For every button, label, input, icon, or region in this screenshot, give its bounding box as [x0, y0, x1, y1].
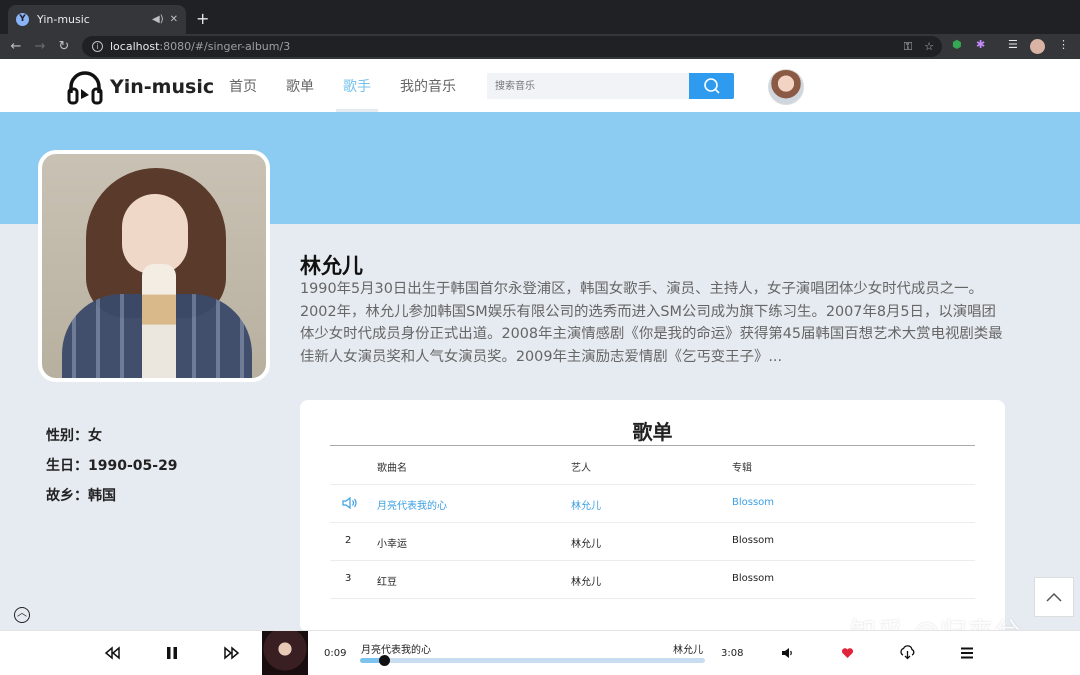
extension-shield-icon[interactable]: ⬢ — [952, 38, 962, 51]
browser-tab-bar: Y Yin-music ◀) ✕ + — [0, 0, 1080, 34]
search-input[interactable] — [487, 73, 690, 99]
song-artist: 林允儿 — [571, 577, 601, 588]
singer-name: 林允儿 — [300, 254, 363, 278]
song-album: Blossom — [732, 497, 775, 508]
songlist-divider — [330, 445, 975, 446]
progress-handle[interactable] — [379, 655, 391, 666]
singer-birthday: 生日：1990-05-29 — [46, 458, 178, 474]
volume-icon[interactable] — [781, 647, 794, 659]
back-to-top-button[interactable] — [1034, 577, 1074, 617]
next-track-icon[interactable] — [224, 646, 240, 660]
row-divider — [330, 560, 975, 561]
album-cover-thumbnail[interactable] — [262, 631, 308, 675]
column-header-song: 歌曲名 — [377, 463, 407, 474]
row-divider — [330, 484, 975, 485]
column-header-album: 专辑 — [732, 463, 752, 474]
media-control-icon[interactable]: ☰ — [1008, 38, 1018, 51]
singer-intro: 1990年5月30日出生于韩国首尔永登浦区，韩国女歌手、演员、主持人，女子演唱团… — [300, 281, 1003, 365]
new-tab-button[interactable]: + — [196, 9, 209, 28]
download-cloud-icon[interactable] — [899, 645, 916, 660]
speaker-playing-icon — [342, 496, 357, 510]
total-time: 3:08 — [721, 648, 744, 659]
song-index: 2 — [345, 535, 352, 546]
song-album: Blossom — [732, 573, 775, 584]
now-playing-artist: 林允儿 — [673, 645, 703, 656]
tab-title: Yin-music — [37, 13, 90, 26]
address-bar[interactable]: i localhost :8080/#/singer-album/3 ⚿ ☆ — [82, 36, 942, 57]
search-icon — [703, 78, 720, 94]
singer-photo — [38, 150, 270, 382]
back-arrow-icon[interactable]: ← — [4, 39, 28, 54]
song-artist: 林允儿 — [571, 539, 601, 550]
progress-bar[interactable] — [360, 655, 705, 666]
current-time: 0:09 — [324, 648, 347, 659]
song-artist: 林允儿 — [571, 501, 601, 512]
site-favicon-icon: Y — [16, 13, 29, 26]
song-name[interactable]: 红豆 — [377, 573, 397, 588]
profile-avatar-icon[interactable] — [1030, 39, 1045, 54]
playlist-menu-icon[interactable] — [960, 646, 974, 660]
song-name[interactable]: 小幸运 — [377, 535, 407, 550]
songlist-title: 歌单 — [632, 420, 673, 444]
logo-text: Yin-music — [110, 76, 215, 98]
pause-icon[interactable] — [166, 646, 178, 660]
browser-tab[interactable]: Y Yin-music ◀) ✕ — [8, 5, 186, 34]
song-index: 3 — [345, 573, 352, 584]
browser-toolbar: ← → ↻ i localhost :8080/#/singer-album/3… — [0, 34, 1080, 59]
browser-menu-icon[interactable]: ⋮ — [1058, 38, 1069, 51]
nav-home[interactable]: 首页 — [229, 76, 257, 96]
tab-audio-icon[interactable]: ◀) — [152, 14, 164, 25]
column-header-artist: 艺人 — [571, 463, 591, 474]
nav-singers[interactable]: 歌手 — [343, 76, 371, 96]
extension-puzzle-icon[interactable]: ✱ — [976, 38, 985, 51]
like-heart-icon[interactable] — [841, 647, 854, 659]
bookmark-star-icon[interactable]: ☆ — [924, 40, 934, 53]
site-header: Yin-music 首页 歌单 歌手 我的音乐 — [0, 59, 1080, 112]
music-player-bar: 0:09 月亮代表我的心 林允儿 3:08 — [0, 630, 1080, 675]
site-logo[interactable]: Yin-music — [66, 69, 214, 105]
url-host: localhost — [110, 40, 160, 53]
url-path: :8080/#/singer-album/3 — [159, 40, 291, 53]
song-album: Blossom — [732, 535, 775, 546]
singer-gender: 性别：女 — [46, 428, 102, 444]
search-button[interactable] — [689, 73, 734, 99]
song-name[interactable]: 月亮代表我的心 — [377, 497, 447, 512]
site-info-icon[interactable]: i — [92, 41, 103, 52]
reload-icon[interactable]: ↻ — [52, 39, 76, 54]
previous-track-icon[interactable] — [104, 646, 120, 660]
key-icon[interactable]: ⚿ — [904, 40, 912, 54]
headphones-icon — [67, 71, 103, 105]
singer-hometown: 故乡：韩国 — [46, 488, 116, 504]
row-divider — [330, 598, 975, 599]
nav-my-music[interactable]: 我的音乐 — [400, 76, 456, 96]
user-avatar[interactable] — [768, 69, 804, 105]
tab-close-icon[interactable]: ✕ — [170, 14, 178, 25]
now-playing-title: 月亮代表我的心 — [361, 645, 431, 656]
collapse-player-icon[interactable]: ︿ — [14, 607, 30, 623]
forward-arrow-icon[interactable]: → — [28, 39, 52, 54]
chevron-up-icon — [1046, 592, 1062, 602]
nav-playlists[interactable]: 歌单 — [286, 76, 314, 96]
row-divider — [330, 522, 975, 523]
